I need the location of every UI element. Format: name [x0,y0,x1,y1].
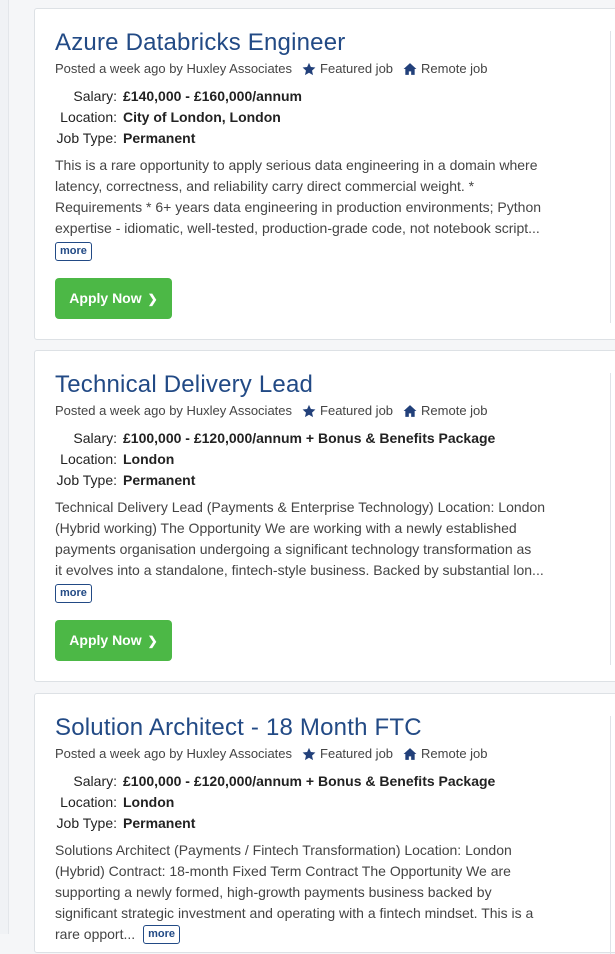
description-line: Technical Delivery Lead (Payments & Ente… [55,499,546,515]
job-facts: Salary: £140,000 - £160,000/annum Locatio… [55,85,302,148]
home-icon [403,404,417,417]
star-icon [302,747,316,760]
description-line: This is a rare opportunity to apply seri… [55,157,538,173]
remote-label: Remote job [421,403,488,418]
description-line: it evolves into a standalone, fintech-st… [55,562,544,578]
remote-label: Remote job [421,61,488,76]
salary-value: £100,000 - £120,000/annum + Bonus & Bene… [123,429,496,446]
salary-value: £100,000 - £120,000/annum + Bonus & Bene… [123,772,496,789]
description-line: significant strategic investment and ope… [55,905,534,921]
job-card: Technical Delivery Lead Posted a week ag… [34,350,615,682]
job-description: Solutions Architect (Payments / Fintech … [55,840,575,945]
job-title-link[interactable]: Technical Delivery Lead [55,371,313,399]
apply-now-button[interactable]: Apply Now ❯ [55,620,172,661]
job-type-value: Permanent [123,471,196,488]
side-panel-stub [610,31,615,323]
salary-label: Salary: [73,772,117,789]
job-type-value: Permanent [123,814,196,831]
more-button[interactable]: more [55,242,92,261]
job-card: Azure Databricks Engineer Posted a week … [34,8,615,340]
salary-value: £140,000 - £160,000/annum [123,87,303,104]
featured-badge: Featured job [302,61,393,76]
star-icon [302,62,316,75]
job-description: This is a rare opportunity to apply seri… [55,155,575,239]
side-panel-stub [610,373,615,665]
job-title-link[interactable]: Azure Databricks Engineer [55,29,345,57]
posted-by: Posted a week ago by Huxley Associates [55,403,293,418]
apply-label: Apply Now [69,632,142,648]
left-rail [0,0,9,934]
remote-label: Remote job [421,746,488,761]
job-facts: Salary: £100,000 - £120,000/annum + Bonus… [55,770,496,833]
job-type-label: Job Type: [56,129,117,146]
location-label: Location: [60,108,117,125]
chevron-right-icon: ❯ [147,634,158,648]
location-label: Location: [60,450,117,467]
home-icon [403,62,417,75]
job-meta: Posted a week ago by Huxley Associates F… [55,61,488,76]
description-line: latency, correctness, and reliability ca… [55,178,475,194]
salary-label: Salary: [73,87,117,104]
more-button[interactable]: more [143,925,181,944]
description-line: supporting a newly formed, high-growth p… [55,884,492,900]
job-meta: Posted a week ago by Huxley Associates F… [55,403,488,418]
job-facts: Salary: £100,000 - £120,000/annum + Bonus… [55,427,496,490]
description-line: (Hybrid working) The Opportunity We are … [55,520,517,536]
star-icon [302,404,316,417]
apply-now-button[interactable]: Apply Now ❯ [55,278,172,319]
description-line: payments organisation undergoing a signi… [55,541,532,557]
chevron-right-icon: ❯ [147,292,158,306]
featured-label: Featured job [320,403,394,418]
location-value: City of London, London [123,108,281,125]
description-line: expertise - idiomatic, well-tested, prod… [55,220,540,236]
job-title-link[interactable]: Solution Architect - 18 Month FTC [55,714,422,742]
apply-label: Apply Now [69,290,142,306]
remote-badge: Remote job [403,61,488,76]
job-card: Solution Architect - 18 Month FTC Posted… [34,693,615,954]
job-type-value: Permanent [123,129,196,146]
job-description: Technical Delivery Lead (Payments & Ente… [55,497,575,581]
location-value: London [123,450,175,467]
side-panel-stub [610,716,615,954]
home-icon [403,747,417,760]
featured-label: Featured job [320,746,394,761]
more-button[interactable]: more [55,584,92,603]
description-tail: rare opport... [55,926,136,942]
featured-label: Featured job [320,61,394,76]
job-type-label: Job Type: [56,471,117,488]
description-line: rare opport... more [55,924,575,945]
description-line: Requirements * 6+ years data engineering… [55,199,542,215]
posted-by: Posted a week ago by Huxley Associates [55,61,293,76]
featured-badge: Featured job [302,746,393,761]
description-line: (Hybrid) Contract: 18-month Fixed Term C… [55,863,511,879]
location-value: London [123,793,175,810]
remote-badge: Remote job [403,403,488,418]
description-line: Solutions Architect (Payments / Fintech … [55,842,512,858]
posted-by: Posted a week ago by Huxley Associates [55,746,293,761]
remote-badge: Remote job [403,746,488,761]
job-listing-page: Azure Databricks Engineer Posted a week … [0,0,615,954]
salary-label: Salary: [73,429,117,446]
job-meta: Posted a week ago by Huxley Associates F… [55,746,488,761]
location-label: Location: [60,793,117,810]
featured-badge: Featured job [302,403,393,418]
job-type-label: Job Type: [56,814,117,831]
